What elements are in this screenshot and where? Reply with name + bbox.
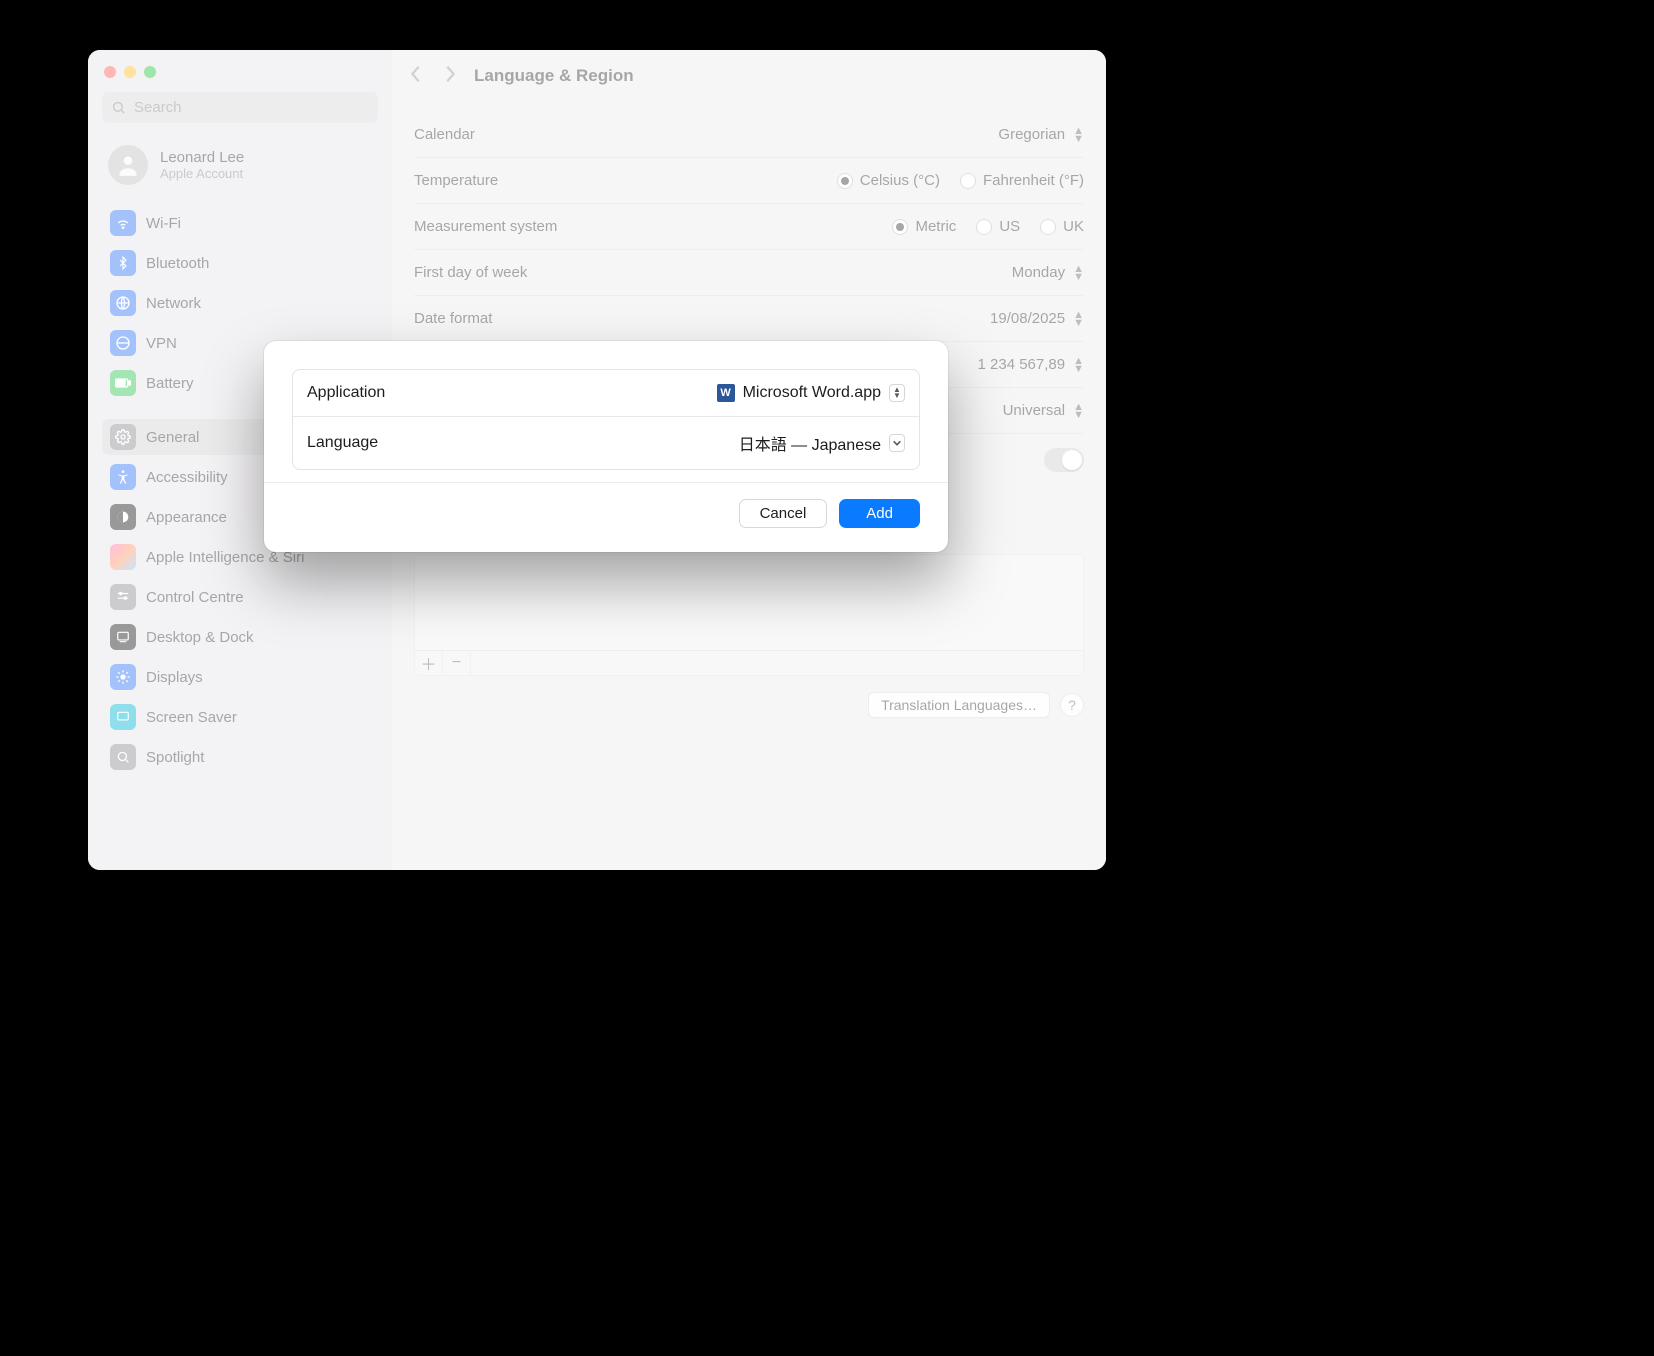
- remove-application-button[interactable]: −: [443, 651, 471, 675]
- globe-icon: [110, 290, 136, 316]
- word-app-icon: W: [717, 384, 735, 402]
- sidebar-item-label: Appearance: [146, 509, 227, 526]
- sidebar-item-desktop-dock[interactable]: Desktop & Dock: [102, 619, 378, 655]
- help-button[interactable]: ?: [1060, 693, 1084, 717]
- wifi-icon: [110, 210, 136, 236]
- gear-icon: [110, 424, 136, 450]
- sheet-row-language: Language 日本語 — Japanese: [293, 416, 919, 469]
- siri-icon: [110, 544, 136, 570]
- profile-subtitle: Apple Account: [160, 166, 244, 181]
- radio-metric[interactable]: Metric: [892, 218, 956, 235]
- radio-us[interactable]: US: [976, 218, 1020, 235]
- sheet-label: Application: [307, 384, 385, 402]
- radio-icon: [960, 173, 976, 189]
- row-temperature: Temperature Celsius (°C) Fahrenheit (°F): [414, 158, 1084, 204]
- applications-list: [414, 554, 1084, 650]
- close-window-button[interactable]: [104, 66, 116, 78]
- row-calendar[interactable]: Calendar Gregorian ▲▼: [414, 112, 1084, 158]
- sidebar-item-spotlight[interactable]: Spotlight: [102, 739, 378, 775]
- radio-celsius[interactable]: Celsius (°C): [837, 172, 940, 189]
- sidebar-item-bluetooth[interactable]: Bluetooth: [102, 245, 378, 281]
- cancel-button[interactable]: Cancel: [739, 499, 828, 528]
- accessibility-icon: [110, 464, 136, 490]
- translation-languages-button[interactable]: Translation Languages…: [868, 692, 1050, 718]
- sidebar-item-label: Bluetooth: [146, 255, 209, 272]
- vpn-icon: [110, 330, 136, 356]
- sidebar-item-network[interactable]: Network: [102, 285, 378, 321]
- topbar: Language & Region: [392, 50, 1106, 102]
- sidebar-item-wifi[interactable]: Wi-Fi: [102, 205, 378, 241]
- page-title: Language & Region: [474, 66, 634, 86]
- search-icon: [111, 100, 126, 115]
- search-field[interactable]: [102, 92, 378, 123]
- forward-button[interactable]: [444, 65, 456, 86]
- sidebar-item-label: Screen Saver: [146, 709, 237, 726]
- radio-icon: [892, 219, 908, 235]
- minimize-window-button[interactable]: [124, 66, 136, 78]
- sidebar-item-label: VPN: [146, 335, 177, 352]
- row-label: Calendar: [414, 126, 475, 143]
- updown-icon: ▲▼: [1073, 127, 1084, 143]
- row-value: 19/08/2025: [990, 310, 1065, 327]
- avatar: [108, 145, 148, 185]
- sheet-row-application: Application W Microsoft Word.app ▲▼: [293, 370, 919, 416]
- row-date-format[interactable]: Date format 19/08/2025 ▲▼: [414, 296, 1084, 342]
- zoom-window-button[interactable]: [144, 66, 156, 78]
- radio-uk[interactable]: UK: [1040, 218, 1084, 235]
- sidebar-item-label: Control Centre: [146, 589, 244, 606]
- radio-fahrenheit[interactable]: Fahrenheit (°F): [960, 172, 1084, 189]
- sidebar-item-label: Displays: [146, 669, 203, 686]
- appearance-icon: [110, 504, 136, 530]
- sidebar-item-screen-saver[interactable]: Screen Saver: [102, 699, 378, 735]
- spotlight-icon: [110, 744, 136, 770]
- back-button[interactable]: [410, 65, 422, 86]
- row-value: Monday: [1012, 264, 1065, 281]
- row-value: Universal: [1003, 402, 1066, 419]
- displays-icon: [110, 664, 136, 690]
- row-first-day[interactable]: First day of week Monday ▲▼: [414, 250, 1084, 296]
- sidebar-item-label: General: [146, 429, 199, 446]
- row-value: 1 234 567,89: [978, 356, 1066, 373]
- sidebar-item-label: Desktop & Dock: [146, 629, 254, 646]
- battery-icon: [110, 370, 136, 396]
- updown-icon: ▲▼: [1073, 265, 1084, 281]
- updown-icon: ▲▼: [1073, 311, 1084, 327]
- sidebar-item-displays[interactable]: Displays: [102, 659, 378, 695]
- popup-button[interactable]: ▲▼: [889, 384, 905, 402]
- sidebar-item-label: Accessibility: [146, 469, 228, 486]
- radio-icon: [976, 219, 992, 235]
- sheet-label: Language: [307, 434, 378, 452]
- dropdown-button[interactable]: [889, 434, 905, 452]
- applications-list-footer: ＋ −: [414, 650, 1084, 676]
- sidebar-item-label: Wi-Fi: [146, 215, 181, 232]
- sheet-value: 日本語 — Japanese: [739, 431, 881, 455]
- row-label: First day of week: [414, 264, 527, 281]
- row-value: Gregorian: [998, 126, 1065, 143]
- row-measurement: Measurement system Metric US UK: [414, 204, 1084, 250]
- updown-icon: ▲▼: [1073, 357, 1084, 373]
- sidebar-item-control-centre[interactable]: Control Centre: [102, 579, 378, 615]
- updown-icon: ▲▼: [1073, 403, 1084, 419]
- row-label: Temperature: [414, 172, 498, 189]
- profile[interactable]: Leonard Lee Apple Account: [102, 139, 378, 201]
- search-input[interactable]: [134, 99, 369, 116]
- add-button[interactable]: Add: [839, 499, 920, 528]
- window-controls: [102, 66, 378, 88]
- sheet-value: Microsoft Word.app: [743, 384, 881, 402]
- live-text-toggle[interactable]: [1044, 448, 1084, 472]
- profile-name: Leonard Lee: [160, 149, 244, 166]
- sidebar-item-label: Spotlight: [146, 749, 204, 766]
- screen-saver-icon: [110, 704, 136, 730]
- dock-icon: [110, 624, 136, 650]
- bluetooth-icon: [110, 250, 136, 276]
- sidebar-item-label: Battery: [146, 375, 194, 392]
- row-label: Date format: [414, 310, 492, 327]
- radio-icon: [837, 173, 853, 189]
- control-centre-icon: [110, 584, 136, 610]
- add-application-sheet: Application W Microsoft Word.app ▲▼ Lang…: [264, 341, 948, 552]
- add-application-button[interactable]: ＋: [415, 651, 443, 675]
- sidebar-item-label: Network: [146, 295, 201, 312]
- row-label: Measurement system: [414, 218, 557, 235]
- radio-icon: [1040, 219, 1056, 235]
